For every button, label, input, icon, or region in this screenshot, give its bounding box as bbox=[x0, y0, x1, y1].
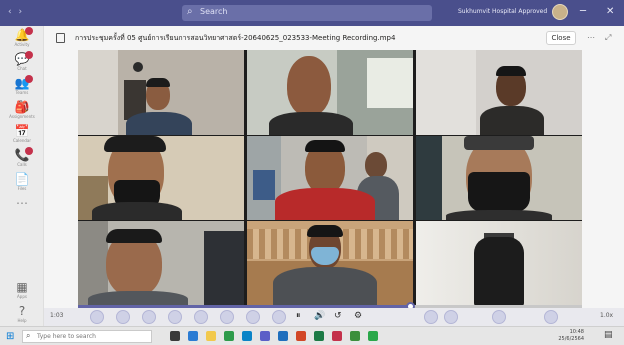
app-icon[interactable] bbox=[332, 331, 342, 341]
app-rail: 🔔 Activity 💬 Chat 👥 Teams 🎒 Assignments … bbox=[0, 26, 44, 326]
file-title: การประชุมครั้งที่ 05 ศูนย์การเรียนการสอน… bbox=[75, 34, 396, 42]
replay-icon[interactable]: ↺ bbox=[334, 311, 342, 321]
rail-item-chat[interactable]: 💬 Chat bbox=[0, 51, 44, 78]
settings-icon[interactable]: ⚙ bbox=[354, 311, 362, 321]
more-icon: ⋯ bbox=[16, 196, 28, 210]
participant-thumbnail bbox=[220, 310, 234, 324]
notification-badge bbox=[25, 51, 33, 59]
participant-tile bbox=[247, 136, 413, 220]
clock-time: 10:48 bbox=[569, 329, 584, 335]
teams-window: ‹ › ⌕ Search Sukhumvit Hospital Approved… bbox=[0, 0, 624, 345]
participant-tile bbox=[78, 221, 244, 305]
rail-label: Assignments bbox=[9, 114, 35, 119]
rail-label: Chat bbox=[17, 66, 27, 71]
rail-label: Apps bbox=[17, 294, 27, 299]
participant-thumbnail bbox=[246, 310, 260, 324]
line-icon[interactable] bbox=[350, 331, 360, 341]
windows-start-icon[interactable]: ⊞ bbox=[6, 331, 14, 342]
teams-app-icon[interactable] bbox=[260, 331, 270, 341]
participant-tile bbox=[78, 50, 244, 135]
rail-item-calendar[interactable]: 📅 Calendar bbox=[0, 124, 44, 150]
teams-icon: 👥 bbox=[14, 76, 30, 90]
search-input[interactable]: ⌕ Search bbox=[182, 5, 432, 21]
edge-icon[interactable] bbox=[188, 331, 198, 341]
excel-icon[interactable] bbox=[314, 331, 324, 341]
calls-icon: 📞 bbox=[14, 148, 30, 162]
app-icon[interactable] bbox=[368, 331, 378, 341]
apps-icon: ▦ bbox=[16, 280, 28, 294]
system-tray-clock[interactable]: 10:48 25/6/2564 bbox=[524, 329, 584, 343]
files-icon: 📄 bbox=[14, 172, 30, 186]
minimize-button[interactable]: ─ bbox=[580, 6, 586, 17]
popout-icon[interactable]: ⤢ bbox=[605, 33, 611, 43]
close-viewer-button[interactable]: Close bbox=[546, 31, 576, 45]
participant-tile bbox=[416, 136, 582, 220]
back-forward-icon[interactable]: ‹ › bbox=[8, 7, 24, 17]
more-options-icon[interactable]: ⋯ bbox=[587, 33, 595, 42]
participant-thumbnail bbox=[424, 310, 438, 324]
calendar-icon: 📅 bbox=[14, 124, 30, 138]
current-time: 1:03 bbox=[50, 312, 64, 319]
store-icon[interactable] bbox=[242, 331, 252, 341]
participant-thumbnail bbox=[272, 310, 286, 324]
volume-icon[interactable]: 🔊 bbox=[314, 311, 325, 321]
rail-item-assignments[interactable]: 🎒 Assignments bbox=[0, 100, 44, 126]
player-controls: 1:03 ⏸ 🔊 ↺ ⚙ 1.0x bbox=[44, 308, 624, 326]
rail-item-activity[interactable]: 🔔 Activity bbox=[0, 27, 44, 54]
search-icon: ⌕ bbox=[187, 6, 193, 17]
participant-thumbnail bbox=[90, 310, 104, 324]
taskbar-search-input[interactable]: ⌕ Type here to search bbox=[22, 330, 152, 343]
profile-avatar[interactable] bbox=[552, 4, 568, 20]
rail-label: Calls bbox=[17, 162, 27, 167]
participant-tile bbox=[78, 136, 244, 220]
participant-thumbnail bbox=[116, 310, 130, 324]
title-bar: ‹ › ⌕ Search Sukhumvit Hospital Approved… bbox=[0, 0, 624, 26]
meeting-recording-video[interactable] bbox=[78, 50, 582, 305]
participant-thumbnail bbox=[142, 310, 156, 324]
participant-thumbnail bbox=[544, 310, 558, 324]
file-viewer-header: การประชุมครั้งที่ 05 ศูนย์การเรียนการสอน… bbox=[44, 26, 624, 50]
participant-tile bbox=[416, 50, 582, 135]
play-pause-icon[interactable]: ⏸ bbox=[296, 311, 301, 321]
participant-thumbnail bbox=[194, 310, 208, 324]
help-icon: ? bbox=[18, 304, 26, 318]
participant-tile bbox=[247, 221, 413, 305]
search-icon: ⌕ bbox=[26, 331, 31, 340]
participant-thumbnail bbox=[492, 310, 506, 324]
search-placeholder: Search bbox=[200, 7, 228, 16]
notification-badge bbox=[25, 27, 33, 35]
participant-tile bbox=[416, 221, 582, 305]
assignments-icon: 🎒 bbox=[14, 100, 30, 114]
rail-label: Activity bbox=[14, 42, 30, 47]
clock-date: 25/6/2564 bbox=[558, 336, 584, 342]
rail-item-calls[interactable]: 📞 Calls bbox=[0, 147, 44, 174]
close-window-button[interactable]: ✕ bbox=[606, 6, 614, 17]
rail-label: Help bbox=[17, 318, 27, 323]
notification-badge bbox=[25, 75, 33, 83]
account-label[interactable]: Sukhumvit Hospital Approved bbox=[458, 8, 547, 15]
rail-item-files[interactable]: 📄 Files bbox=[0, 172, 44, 198]
windows-taskbar: ⊞ ⌕ Type here to search 10:48 25/6/2564 … bbox=[0, 326, 624, 345]
rail-label: Calendar bbox=[13, 138, 31, 143]
participant-thumbnail bbox=[444, 310, 458, 324]
rail-item-more[interactable]: ⋯ bbox=[0, 196, 44, 222]
chrome-icon[interactable] bbox=[224, 331, 234, 341]
file-explorer-icon[interactable] bbox=[206, 331, 216, 341]
powerpoint-icon[interactable] bbox=[296, 331, 306, 341]
activity-icon: 🔔 bbox=[14, 28, 30, 42]
task-view-icon[interactable] bbox=[170, 331, 180, 341]
participant-thumbnail bbox=[168, 310, 182, 324]
rail-item-apps[interactable]: ▦ Apps bbox=[0, 280, 44, 306]
notification-icon[interactable]: ▤ bbox=[604, 330, 613, 340]
file-icon bbox=[56, 33, 65, 43]
rail-item-teams[interactable]: 👥 Teams bbox=[0, 75, 44, 102]
rail-label: Teams bbox=[15, 90, 29, 95]
taskbar-search-placeholder: Type here to search bbox=[37, 333, 96, 340]
rail-label: Files bbox=[17, 186, 27, 191]
notification-badge bbox=[25, 147, 33, 155]
playback-speed[interactable]: 1.0x bbox=[600, 312, 613, 319]
chat-icon: 💬 bbox=[14, 52, 30, 66]
participant-tile bbox=[247, 50, 413, 135]
word-icon[interactable] bbox=[278, 331, 288, 341]
